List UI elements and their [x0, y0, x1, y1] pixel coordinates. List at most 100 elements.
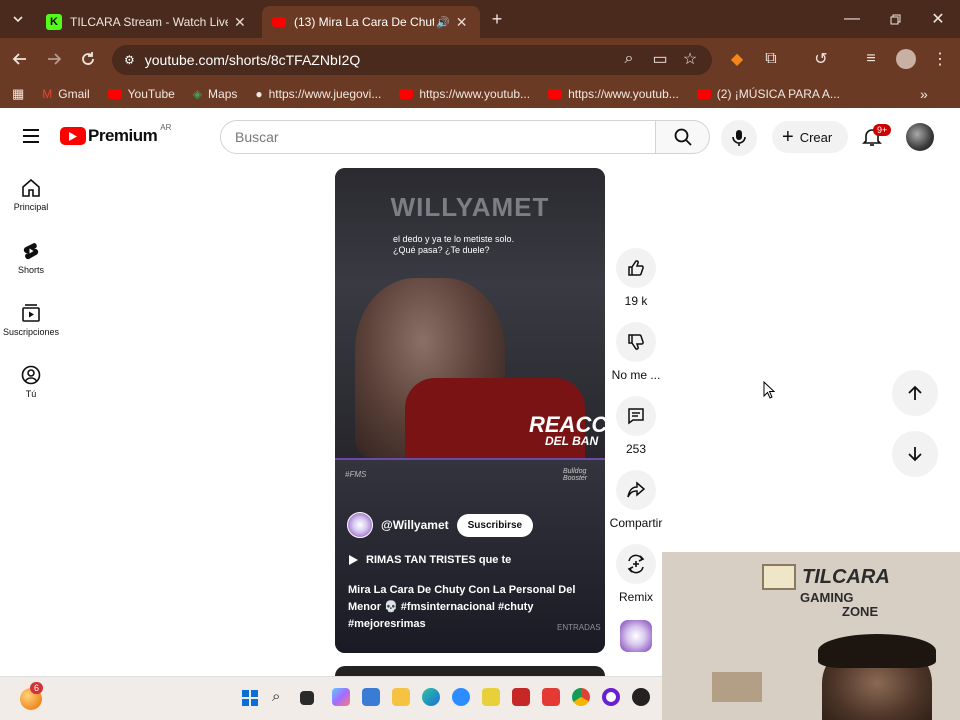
bookmark-youtube-3[interactable]: https://www.youtub... [548, 87, 679, 101]
voice-search-button[interactable] [721, 120, 757, 156]
tab-tilcara[interactable]: K TILCARA Stream - Watch Live on ✕ [36, 6, 258, 38]
like-action[interactable]: 19 k [607, 248, 665, 308]
nav-item-suscripciones[interactable]: Suscripciones [0, 303, 62, 337]
bookmark-youtube[interactable]: YouTube [107, 87, 175, 101]
app-icon-wps[interactable] [542, 688, 560, 706]
channel-name[interactable]: @Willyamet [381, 518, 449, 532]
zoom-app-icon[interactable] [452, 688, 470, 706]
youtube-premium-logo[interactable]: Premium AR [60, 123, 171, 146]
app-icon-yellow[interactable] [482, 688, 500, 706]
remix-button[interactable] [616, 544, 656, 584]
close-tab-icon[interactable]: ✕ [456, 14, 468, 31]
youtube-icon [399, 89, 414, 99]
bookmark-juegovi[interactable]: ● https://www.juegovi... [255, 87, 381, 101]
profile-avatar-icon[interactable] [894, 47, 918, 71]
back-icon[interactable] [8, 47, 32, 71]
tab-strip: K TILCARA Stream - Watch Live on ✕ (13) … [0, 0, 960, 38]
app-icon-purple[interactable] [602, 688, 620, 706]
comments-action[interactable]: 253 [607, 396, 665, 456]
comments-button[interactable] [616, 396, 656, 436]
corner-text: ENTRADAS [557, 623, 601, 632]
edge-icon[interactable] [422, 688, 440, 706]
taskbar-search-icon[interactable]: ⌕ [272, 688, 280, 705]
nav-label: Principal [13, 202, 49, 212]
share-button[interactable] [616, 470, 656, 510]
file-explorer-icon[interactable] [392, 688, 410, 706]
shelf [712, 672, 762, 702]
media-control-icon[interactable]: ≡ [859, 47, 883, 71]
bookmark-musica[interactable]: (2) ¡MÚSICA PARA A... [696, 87, 840, 101]
restore-icon[interactable] [883, 7, 907, 31]
metamask-icon[interactable]: ◆ [725, 47, 749, 71]
you-icon [21, 365, 41, 385]
webcam-sign-line-3: ZONE [842, 604, 879, 619]
logo-text: Premium [88, 126, 158, 145]
bookmark-star-icon[interactable]: ☆ [678, 47, 702, 71]
bulldog-booster-logo: Bulldog Booster [563, 468, 588, 482]
reload-icon[interactable] [76, 47, 100, 71]
speaker-icon[interactable]: 🔊 [436, 16, 450, 29]
video-subtitles: el dedo y ya te lo metiste solo. ¿Qué pa… [393, 234, 514, 256]
install-app-icon[interactable]: ▭ [648, 47, 672, 71]
new-tab-button[interactable]: + [485, 7, 509, 31]
play-icon [349, 555, 358, 565]
audio-source-avatar[interactable] [620, 620, 652, 652]
subtitle-line-1: el dedo y ya te lo metiste solo. [393, 234, 515, 244]
create-button[interactable]: + Crear [772, 121, 848, 153]
minimize-icon[interactable]: — [840, 7, 864, 31]
nav-item-shorts[interactable]: Shorts [0, 241, 62, 275]
dislike-button[interactable] [616, 322, 656, 362]
close-tab-icon[interactable]: ✕ [234, 14, 246, 31]
create-label: Crear [799, 129, 833, 145]
app-icon-red[interactable] [512, 688, 530, 706]
microphone-icon [732, 130, 746, 146]
music-link[interactable]: RIMAS TAN TRISTES que te [349, 554, 511, 566]
bookmark-maps[interactable]: ◈ Maps [193, 87, 238, 101]
nav-item-tu[interactable]: Tú [0, 365, 62, 399]
tab-title: (13) Mira La Cara De Chuty [294, 15, 434, 29]
widget-notification-badge: 6 [30, 682, 44, 694]
short-video-player[interactable]: WILLYAMET el dedo y ya te lo metiste sol… [335, 168, 605, 653]
chrome-icon[interactable] [572, 688, 590, 706]
menu-dots-icon[interactable]: ⋮ [928, 47, 952, 71]
site-info-icon[interactable]: ⚙ [124, 53, 135, 67]
nav-label: Tú [25, 389, 37, 399]
zoom-icon[interactable]: ⌕ [617, 47, 641, 71]
search-input[interactable]: Buscar [220, 120, 656, 154]
app-icon-dark[interactable] [632, 688, 650, 706]
start-button[interactable] [242, 690, 258, 706]
dislike-action[interactable]: No me ... [607, 322, 665, 382]
close-window-icon[interactable]: ✕ [926, 7, 950, 31]
arrow-down-icon [908, 447, 922, 462]
tab-youtube-short[interactable]: (13) Mira La Cara De Chuty 🔊 ✕ [262, 6, 480, 38]
bookmarks-overflow-button[interactable]: » [920, 86, 928, 102]
account-avatar[interactable] [906, 123, 934, 151]
bookmark-youtube-2[interactable]: https://www.youtub... [399, 87, 530, 101]
home-icon [22, 178, 40, 197]
tab-search-icon[interactable] [6, 7, 30, 31]
shorts-icon [23, 243, 39, 260]
store-icon[interactable] [362, 688, 380, 706]
forward-icon[interactable] [42, 47, 66, 71]
next-short-button[interactable] [892, 431, 938, 477]
history-icon[interactable]: ↺ [809, 47, 833, 71]
hamburger-menu-icon[interactable] [22, 128, 40, 149]
share-action[interactable]: Compartir [607, 470, 665, 530]
fms-tag: #FMS [345, 470, 367, 479]
remix-action[interactable]: Remix [607, 544, 665, 604]
extensions-icon[interactable]: ⧉ [759, 47, 783, 71]
nav-item-principal[interactable]: Principal [0, 178, 62, 212]
like-button[interactable] [616, 248, 656, 288]
previous-short-button[interactable] [892, 370, 938, 416]
task-view-icon[interactable] [300, 691, 314, 705]
bookmark-gmail[interactable]: M Gmail [42, 87, 89, 101]
search-button[interactable] [655, 120, 710, 154]
subtitle-line-2: ¿Qué pasa? ¿Te duele? [393, 245, 490, 255]
subscribe-button[interactable]: Suscribirse [456, 513, 534, 537]
copilot-icon[interactable] [332, 688, 350, 706]
youtube-icon [548, 89, 563, 99]
channel-avatar[interactable] [347, 512, 373, 538]
thumbs-up-icon [628, 260, 644, 276]
apps-grid-icon[interactable]: ▦ [12, 86, 24, 102]
remix-icon [627, 554, 645, 574]
